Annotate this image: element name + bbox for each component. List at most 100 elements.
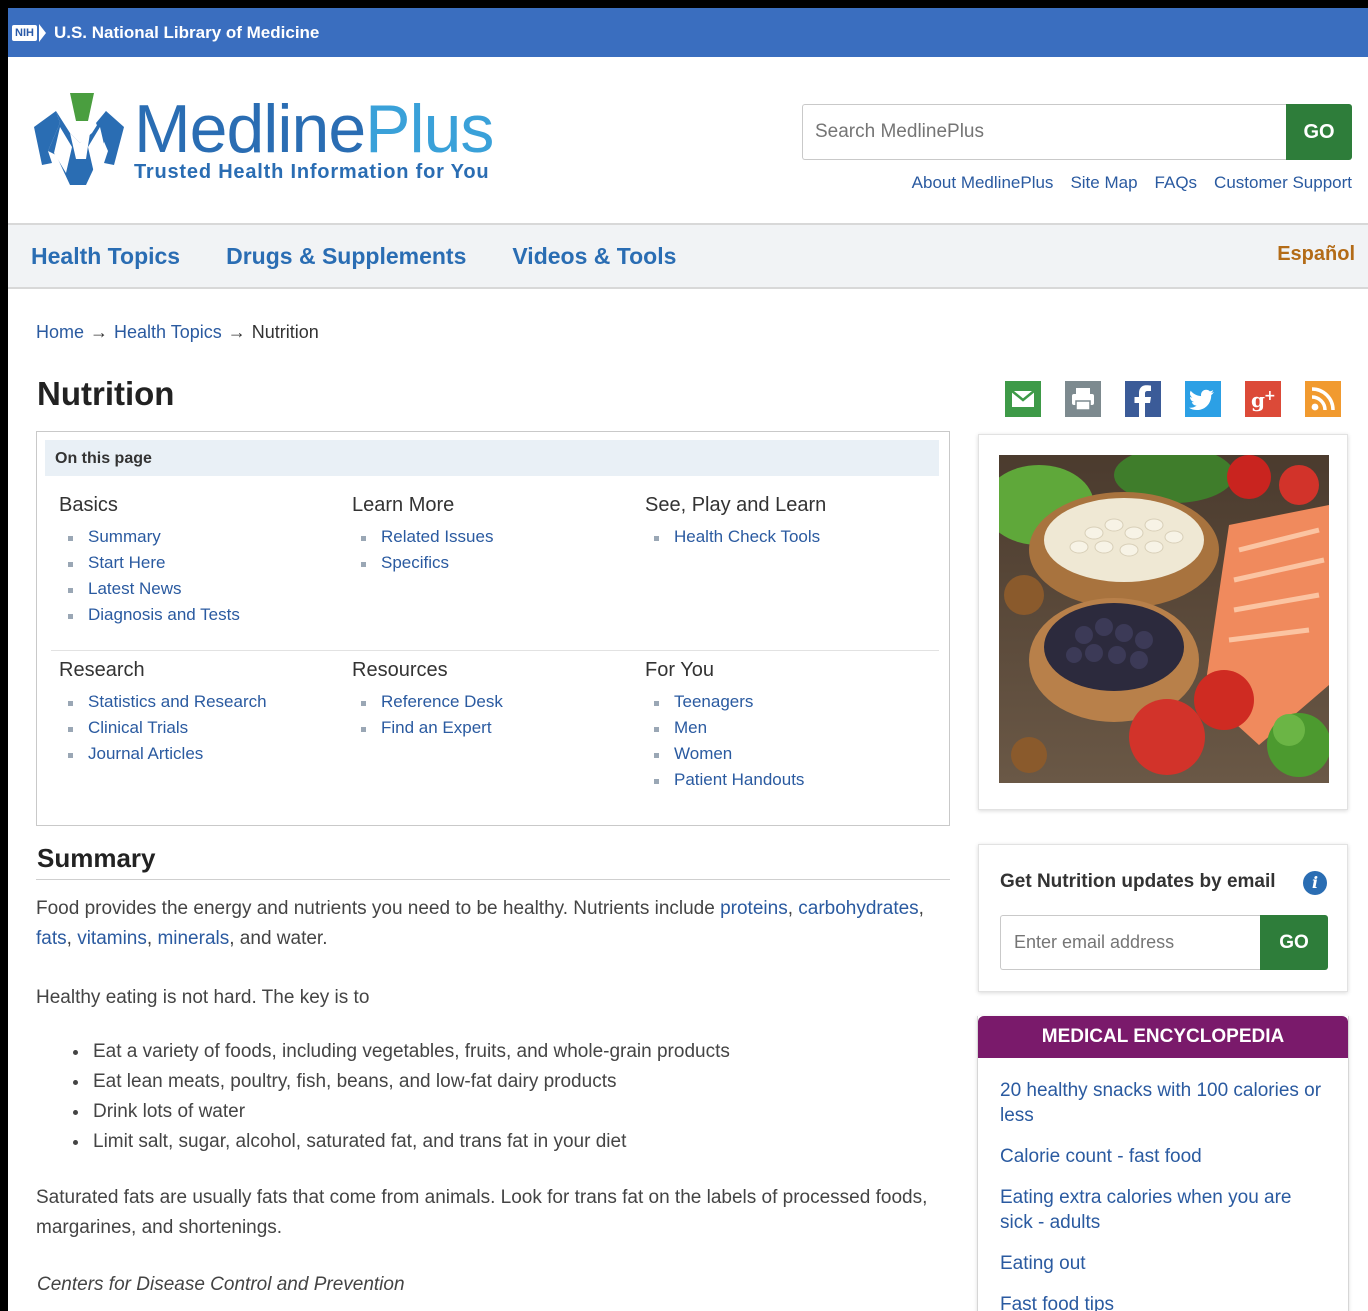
otp-link-statistics-research[interactable]: Statistics and Research [59,692,267,718]
healthy-food-image [999,455,1329,783]
medical-encyclopedia-heading: MEDICAL ENCYCLOPEDIA [978,1016,1348,1058]
summary-paragraph: Healthy eating is not hard. The key is t… [36,987,370,1008]
otp-link-summary[interactable]: Summary [59,527,240,553]
site-header: MedlinePlus Trusted Health Information f… [8,57,1368,225]
breadcrumb: Home → Health Topics → Nutrition [36,322,319,343]
nih-bar: NIH U.S. National Library of Medicine [8,8,1368,57]
svg-text:+: + [1264,388,1276,404]
nih-logo-link[interactable]: NIH U.S. National Library of Medicine [12,23,319,43]
minerals-link[interactable]: minerals [157,928,229,949]
on-this-page-box: On this page Basics Summary Start Here L… [36,431,950,826]
logo-tagline: Trusted Health Information for You [134,161,490,183]
list-item: Eat a variety of foods, including vegeta… [71,1037,730,1067]
vitamins-link[interactable]: vitamins [77,928,147,949]
twitter-icon[interactable] [1185,381,1221,417]
medlineplus-logo[interactable]: MedlinePlus Trusted Health Information f… [30,91,494,189]
otp-section-title: Resources [352,659,448,681]
print-icon[interactable] [1065,381,1101,417]
otp-section-learn-more: Learn More Related Issues Specifics [352,494,493,579]
otp-link-women[interactable]: Women [645,744,804,770]
encyclopedia-link[interactable]: Calorie count - fast food [1000,1144,1326,1169]
search-go-button[interactable]: GO [1286,104,1352,160]
espanol-link[interactable]: Español [1277,243,1355,266]
otp-section-title: For You [645,659,714,681]
faqs-link[interactable]: FAQs [1155,173,1198,193]
otp-link-related-issues[interactable]: Related Issues [352,527,493,553]
carbohydrates-link[interactable]: carbohydrates [798,898,918,919]
rss-icon[interactable] [1305,381,1341,417]
fats-link[interactable]: fats [36,928,67,949]
search-input[interactable] [802,104,1286,160]
list-item: Limit salt, sugar, alcohol, saturated fa… [71,1127,730,1157]
about-link[interactable]: About MedlinePlus [912,173,1054,193]
medical-encyclopedia-card: MEDICAL ENCYCLOPEDIA 20 healthy snacks w… [977,1016,1349,1311]
otp-section-title: Basics [59,494,118,516]
on-this-page-heading: On this page [45,440,939,476]
otp-link-specifics[interactable]: Specifics [352,553,493,579]
logo-wordmark: MedlinePlus [134,91,494,167]
main-nav: Health Topics Drugs & Supplements Videos… [8,225,1368,289]
summary-paragraph: Saturated fats are usually fats that com… [36,1187,928,1238]
summary-source: Centers for Disease Control and Preventi… [37,1274,405,1295]
otp-section-research: Research Statistics and Research Clinica… [59,659,267,770]
facebook-icon[interactable] [1125,381,1161,417]
otp-section-for-you: For You Teenagers Men Women Patient Hand… [645,659,804,796]
otp-link-clinical-trials[interactable]: Clinical Trials [59,718,267,744]
email-signup-form: GO [1000,915,1328,970]
otp-link-journal-articles[interactable]: Journal Articles [59,744,267,770]
info-icon[interactable]: i [1303,871,1327,895]
nih-arrow-icon [38,23,46,42]
list-item: Drink lots of water [71,1097,730,1127]
otp-link-health-check-tools[interactable]: Health Check Tools [645,527,826,553]
otp-section-resources: Resources Reference Desk Find an Expert [352,659,503,744]
email-signup-title: Get Nutrition updates by email [1000,871,1276,892]
otp-link-diagnosis-tests[interactable]: Diagnosis and Tests [59,605,240,631]
breadcrumb-home[interactable]: Home [36,322,84,343]
page-title: Nutrition [37,375,175,412]
email-share-icon[interactable] [1005,381,1041,417]
google-plus-icon[interactable]: g + [1245,381,1281,417]
page: NIH U.S. National Library of Medicine Me… [8,8,1368,1311]
encyclopedia-link[interactable]: 20 healthy snacks with 100 calories or l… [1000,1078,1326,1128]
summary-heading: Summary [37,843,156,873]
encyclopedia-link[interactable]: Fast food tips [1000,1292,1326,1311]
summary-bullet-list: Eat a variety of foods, including vegeta… [71,1037,730,1157]
svg-text:g: g [1251,388,1265,412]
email-go-button[interactable]: GO [1260,915,1328,970]
otp-link-men[interactable]: Men [645,718,804,744]
email-field[interactable] [1000,915,1260,970]
otp-section-title: See, Play and Learn [645,494,827,516]
otp-link-latest-news[interactable]: Latest News [59,579,240,605]
breadcrumb-health-topics[interactable]: Health Topics [114,322,222,343]
nav-drugs-supplements[interactable]: Drugs & Supplements [226,243,466,270]
otp-section-title: Research [59,659,145,681]
otp-section-title: Learn More [352,494,455,516]
otp-section-see-play-learn: See, Play and Learn Health Check Tools [645,494,826,553]
divider [51,650,939,651]
email-signup-card: Get Nutrition updates by email i GO [978,844,1348,992]
otp-link-patient-handouts[interactable]: Patient Handouts [645,770,804,796]
nih-badge: NIH [12,24,37,41]
customer-support-link[interactable]: Customer Support [1214,173,1352,193]
site-map-link[interactable]: Site Map [1070,173,1137,193]
breadcrumb-separator: → [90,322,109,342]
summary-paragraph: Food provides the energy and nutrients y… [36,898,924,949]
divider [36,879,950,880]
otp-link-find-an-expert[interactable]: Find an Expert [352,718,503,744]
nih-label: U.S. National Library of Medicine [53,22,320,42]
otp-link-reference-desk[interactable]: Reference Desk [352,692,503,718]
otp-link-start-here[interactable]: Start Here [59,553,240,579]
otp-section-basics: Basics Summary Start Here Latest News Di… [59,494,240,631]
proteins-link[interactable]: proteins [720,898,788,919]
encyclopedia-link[interactable]: Eating out [1000,1251,1326,1276]
list-item: Eat lean meats, poultry, fish, beans, an… [71,1067,730,1097]
utility-links: About MedlinePlus Site Map FAQs Customer… [912,173,1352,193]
nav-health-topics[interactable]: Health Topics [31,243,180,270]
topic-image-card [978,434,1348,810]
otp-link-teenagers[interactable]: Teenagers [645,692,804,718]
breadcrumb-separator: → [227,322,246,342]
encyclopedia-link[interactable]: Eating extra calories when you are sick … [1000,1185,1326,1235]
site-search: GO [802,104,1352,160]
medlineplus-logo-icon [34,93,124,185]
nav-videos-tools[interactable]: Videos & Tools [512,243,676,270]
